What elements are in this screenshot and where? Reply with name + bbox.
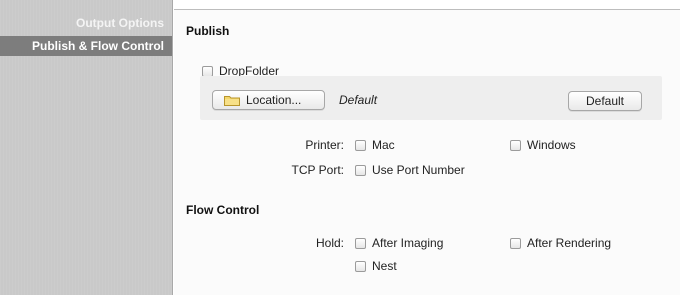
sidebar: Output Options Publish & Flow Control bbox=[0, 0, 173, 295]
printer-label: Printer: bbox=[305, 138, 344, 152]
use-port-number-label: Use Port Number bbox=[372, 163, 465, 177]
flow-control-section-title: Flow Control bbox=[186, 203, 260, 217]
tcp-port-label: TCP Port: bbox=[291, 163, 344, 177]
hold-after-imaging-box[interactable] bbox=[355, 237, 366, 249]
hold-after-rendering-checkbox[interactable]: After Rendering bbox=[510, 236, 611, 250]
sidebar-item-output-options[interactable]: Output Options bbox=[0, 13, 172, 33]
printer-windows-box[interactable] bbox=[510, 139, 521, 151]
use-port-number-checkbox[interactable]: Use Port Number bbox=[355, 163, 465, 177]
default-button[interactable]: Default bbox=[568, 91, 642, 111]
location-button-label: Location... bbox=[246, 93, 302, 107]
sidebar-item-publish-flow-control[interactable]: Publish & Flow Control bbox=[0, 36, 172, 56]
printer-mac-checkbox[interactable]: Mac bbox=[355, 138, 395, 152]
hold-after-imaging-label: After Imaging bbox=[372, 236, 444, 250]
hold-after-imaging-checkbox[interactable]: After Imaging bbox=[355, 236, 443, 250]
hold-nest-box[interactable] bbox=[355, 260, 366, 272]
use-port-number-box[interactable] bbox=[355, 164, 366, 176]
hold-nest-checkbox[interactable]: Nest bbox=[355, 259, 397, 273]
dropfolder-checkbox-box[interactable] bbox=[202, 65, 213, 77]
hold-after-rendering-box[interactable] bbox=[510, 237, 521, 249]
hold-label: Hold: bbox=[315, 236, 344, 250]
printer-mac-label: Mac bbox=[372, 138, 395, 152]
publish-section-title: Publish bbox=[186, 24, 230, 38]
printer-windows-label: Windows bbox=[527, 138, 576, 152]
printer-windows-checkbox[interactable]: Windows bbox=[510, 138, 576, 152]
folder-icon bbox=[224, 96, 240, 106]
content-panel bbox=[174, 10, 680, 295]
hold-after-rendering-label: After Rendering bbox=[527, 236, 612, 250]
printer-mac-box[interactable] bbox=[355, 139, 366, 151]
location-button[interactable]: Location... bbox=[212, 90, 325, 110]
hold-nest-label: Nest bbox=[372, 259, 397, 273]
location-value: Default bbox=[339, 93, 378, 107]
